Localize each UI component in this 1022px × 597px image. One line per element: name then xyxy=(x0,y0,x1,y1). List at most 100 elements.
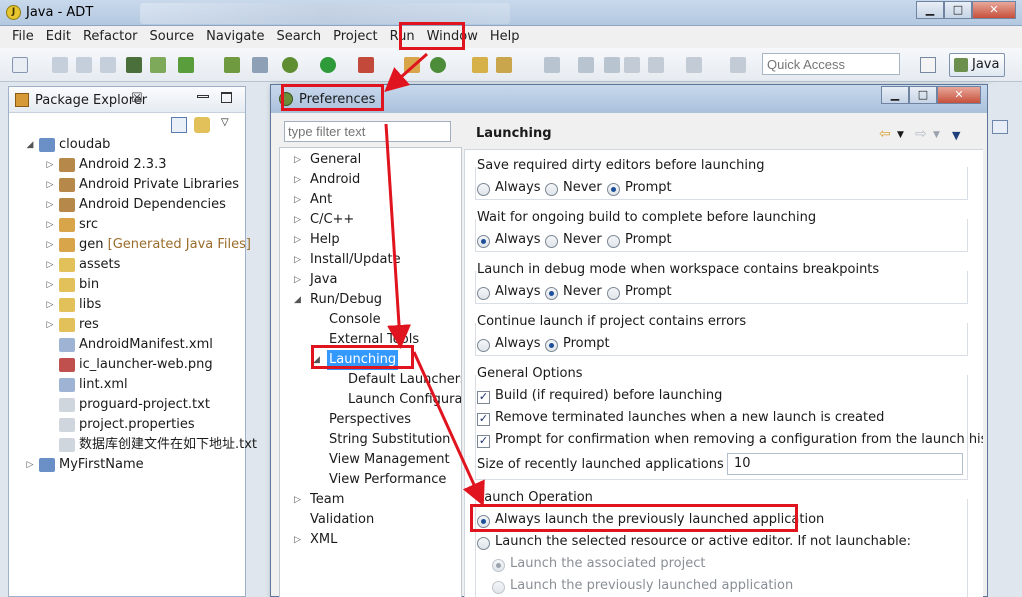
tree-item[interactable]: ic_launcher-web.png xyxy=(9,355,245,375)
tree-item[interactable]: ▷ MyFirstName xyxy=(9,455,245,475)
collapsed-arrow-icon[interactable]: ▷ xyxy=(45,175,55,195)
tree-item[interactable]: lint.xml xyxy=(9,375,245,395)
collapsed-arrow-icon[interactable]: ▷ xyxy=(294,210,301,230)
tree-item[interactable]: AndroidManifest.xml xyxy=(9,335,245,355)
forward-icon[interactable] xyxy=(686,57,702,73)
dialog-close-button[interactable]: ✕ xyxy=(937,86,981,104)
collapsed-arrow-icon[interactable]: ▷ xyxy=(45,275,55,295)
package-explorer-tab[interactable]: Package Explorer ☒ xyxy=(9,87,245,113)
new-java-package-icon[interactable] xyxy=(404,57,420,73)
tree-item[interactable]: project.properties xyxy=(9,415,245,435)
print-icon[interactable] xyxy=(100,57,116,73)
save-all-icon[interactable] xyxy=(76,57,92,73)
collapsed-arrow-icon[interactable]: ▷ xyxy=(294,490,301,510)
pref-tree-item[interactable]: View Management xyxy=(280,450,461,470)
close-icon[interactable]: ☒ xyxy=(131,91,143,106)
menu-source[interactable]: Source xyxy=(144,26,201,48)
history-size-input[interactable]: 10 xyxy=(727,453,963,475)
skip-breakpoints-icon[interactable] xyxy=(252,57,268,73)
pref-tree-item[interactable]: String Substitution xyxy=(280,430,461,450)
menu-search[interactable]: Search xyxy=(270,26,327,48)
pref-tree-item[interactable]: View Performance xyxy=(280,470,461,490)
outline-view-icon[interactable] xyxy=(992,120,1008,134)
new-java-class-icon[interactable] xyxy=(430,57,446,73)
maximize-view-icon[interactable] xyxy=(221,92,232,103)
collapsed-arrow-icon[interactable]: ▷ xyxy=(294,270,301,290)
menu-refactor[interactable]: Refactor xyxy=(77,26,144,48)
pref-tree-item[interactable]: ▷ C/C++ xyxy=(280,210,461,230)
pin-editor-icon[interactable] xyxy=(730,57,746,73)
quick-access-input[interactable] xyxy=(762,53,900,75)
tree-item[interactable]: ▷ libs xyxy=(9,295,245,315)
collapsed-arrow-icon[interactable]: ▷ xyxy=(45,215,55,235)
tree-item[interactable]: ▷ Android Private Libraries xyxy=(9,175,245,195)
run-external-icon[interactable] xyxy=(358,57,374,73)
collapsed-arrow-icon[interactable]: ▷ xyxy=(45,295,55,315)
page-menu-icon[interactable]: ▼ xyxy=(952,129,960,142)
tree-item[interactable]: ◢ cloudab xyxy=(9,135,245,155)
pref-tree-item[interactable]: ▷ XML xyxy=(280,530,461,550)
next-annotation-icon[interactable] xyxy=(578,57,594,73)
new-icon[interactable] xyxy=(12,57,28,73)
collapsed-arrow-icon[interactable]: ▷ xyxy=(45,315,55,335)
link-with-editor-icon[interactable] xyxy=(194,117,210,133)
pref-tree-item[interactable]: ▷ Android xyxy=(280,170,461,190)
pref-tree-item[interactable]: Default Launchers xyxy=(280,370,461,390)
collapsed-arrow-icon[interactable]: ▷ xyxy=(294,170,301,190)
save-icon[interactable] xyxy=(52,57,68,73)
pref-tree-item[interactable]: ▷ General xyxy=(280,150,461,170)
prev-annotation-icon[interactable] xyxy=(604,57,620,73)
pref-tree-item[interactable]: Launch Configurations xyxy=(280,390,461,410)
collapse-all-icon[interactable] xyxy=(171,117,187,133)
collapsed-arrow-icon[interactable]: ▷ xyxy=(45,255,55,275)
collapsed-arrow-icon[interactable]: ▷ xyxy=(45,235,55,255)
avd-manager-icon[interactable] xyxy=(150,57,166,73)
filter-input[interactable] xyxy=(284,121,451,142)
menu-project[interactable]: Project xyxy=(327,26,383,48)
debug-icon[interactable] xyxy=(282,57,298,73)
dialog-maximize-button[interactable]: □ xyxy=(909,86,937,104)
pref-tree-item[interactable]: Console xyxy=(280,310,461,330)
collapsed-arrow-icon[interactable]: ▷ xyxy=(294,530,301,550)
view-menu-icon[interactable]: ▽ xyxy=(221,117,237,133)
tree-item[interactable]: ▷ gen [Generated Java Files] xyxy=(9,235,251,255)
tree-item[interactable]: proguard-project.txt xyxy=(9,395,245,415)
pref-tree-item[interactable]: ▷ Team xyxy=(280,490,461,510)
annotation-icon[interactable] xyxy=(544,57,560,73)
menu-file[interactable]: File xyxy=(6,26,40,48)
collapsed-arrow-icon[interactable]: ▷ xyxy=(294,150,301,170)
menu-edit[interactable]: Edit xyxy=(40,26,77,48)
close-button[interactable]: ✕ xyxy=(972,1,1016,19)
pref-tree-item[interactable]: ▷ Help xyxy=(280,230,461,250)
back-dropdown-icon[interactable]: ▼ xyxy=(897,130,904,140)
tree-item[interactable]: ▷ bin xyxy=(9,275,245,295)
forward-arrow-icon[interactable]: ⇨ xyxy=(915,126,927,142)
pref-tree-item[interactable]: Perspectives xyxy=(280,410,461,430)
tree-item[interactable]: ▷ Android 2.3.3 xyxy=(9,155,245,175)
tree-item[interactable]: 数据库创建文件在如下地址.txt xyxy=(9,435,257,455)
collapsed-arrow-icon[interactable]: ▷ xyxy=(25,455,35,475)
expanded-arrow-icon[interactable]: ◢ xyxy=(294,290,301,310)
minimize-button[interactable]: ▁ xyxy=(916,1,944,19)
new-android-project-icon[interactable] xyxy=(224,57,240,73)
pref-tree-item[interactable]: ▷ Ant xyxy=(280,190,461,210)
maximize-button[interactable]: □ xyxy=(944,1,972,19)
tree-item[interactable]: ▷ res xyxy=(9,315,245,335)
tree-item[interactable]: ▷ src xyxy=(9,215,245,235)
minimize-view-icon[interactable] xyxy=(197,95,209,98)
collapsed-arrow-icon[interactable]: ▷ xyxy=(45,195,55,215)
collapsed-arrow-icon[interactable]: ▷ xyxy=(294,250,301,270)
collapsed-arrow-icon[interactable]: ▷ xyxy=(45,155,55,175)
run-icon[interactable] xyxy=(320,57,336,73)
dialog-minimize-button[interactable]: ▁ xyxy=(881,86,909,104)
collapsed-arrow-icon[interactable]: ▷ xyxy=(294,230,301,250)
sdk-manager-icon[interactable] xyxy=(126,57,142,73)
last-edit-icon[interactable] xyxy=(624,57,640,73)
expanded-arrow-icon[interactable]: ◢ xyxy=(25,135,35,155)
pref-tree-item[interactable]: ▷ Install/Update xyxy=(280,250,461,270)
tree-item[interactable]: ▷ assets xyxy=(9,255,245,275)
java-perspective-button[interactable]: Java xyxy=(949,53,1005,77)
menu-help[interactable]: Help xyxy=(484,26,526,48)
tree-item[interactable]: ▷ Android Dependencies xyxy=(9,195,245,215)
menu-navigate[interactable]: Navigate xyxy=(200,26,270,48)
